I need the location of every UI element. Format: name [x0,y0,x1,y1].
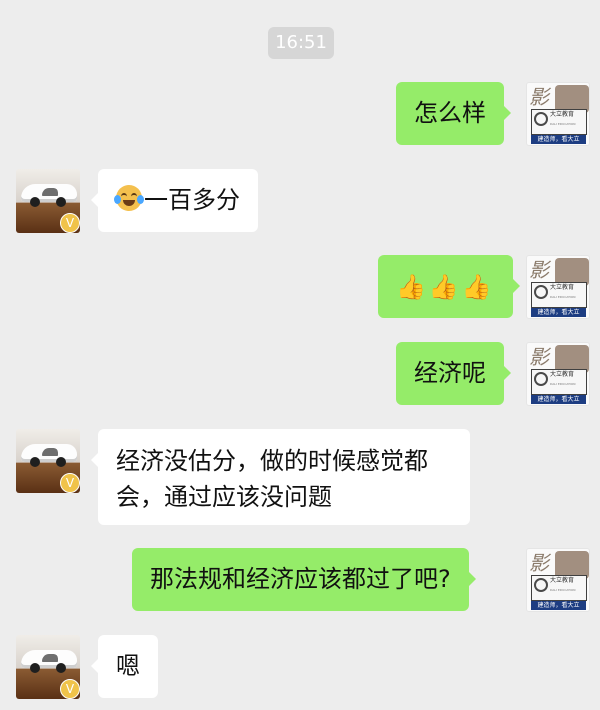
avatar-me[interactable]: 影 大立教育 DALI EDUCATION 建造师，看大立 [526,82,590,146]
message-text: 一百多分 [144,186,240,214]
logo-subtitle: DALI EDUCATION [550,588,576,592]
car-wheel-rear [56,663,66,673]
logo-card: 大立教育 DALI EDUCATION [531,109,587,135]
laughing-crying-emoji-icon [114,185,144,211]
logo-card: 大立教育 DALI EDUCATION [531,282,587,308]
message-line: 经济没估分，做的时候感觉都 [116,447,428,475]
message-bubble-received[interactable]: 经济没估分，做的时候感觉都 会，通过应该没问题 [91,429,470,525]
logo-slogan: 建造师，看大立 [531,601,586,610]
logo-name: 大立教育 [550,111,575,118]
logo-card: 大立教育 DALI EDUCATION [531,369,587,395]
message-bubble-sent[interactable]: 经济呢 [396,342,511,405]
logo-slogan: 建造师，看大立 [531,395,586,404]
car-wheel-rear [56,457,66,467]
logo-circle-icon [534,578,548,592]
logo-circle-icon [534,285,548,299]
message-line: 会，通过应该没问题 [116,483,332,511]
logo-name: 大立教育 [550,577,575,584]
avatar-other[interactable]: V [16,635,80,699]
message-bubble-received[interactable]: 一百多分 [91,169,258,232]
avatar-other[interactable]: V [16,169,80,233]
message-text: 怎么样 [414,99,486,127]
thumbs-up-icon: 👍 [396,273,426,301]
time-stamp: 16:51 [268,27,334,59]
thumbs-up-icon: 👍 [428,273,459,301]
message-text: 嗯 [116,652,140,680]
avatar-other[interactable]: V [16,429,80,493]
logo-slogan: 建造师，看大立 [531,135,586,144]
car-window [42,654,58,662]
message-text: 经济呢 [414,359,486,387]
logo-subtitle: DALI EDUCATION [550,295,576,299]
logo-subtitle: DALI EDUCATION [550,122,576,126]
logo-mark: 影 [529,345,549,369]
car-window [42,188,58,196]
avatar-me[interactable]: 影 大立教育 DALI EDUCATION 建造师，看大立 [526,548,590,612]
logo-name: 大立教育 [550,371,575,378]
logo-slogan: 建造师，看大立 [531,308,586,317]
car-wheel-front [30,197,40,207]
message-bubble-sent[interactable]: 怎么样 [396,82,511,145]
logo-subtitle: DALI EDUCATION [550,382,576,386]
logo-circle-icon [534,112,548,126]
car-wheel-rear [56,197,66,207]
verified-badge-icon: V [60,213,80,233]
logo-mark: 影 [529,85,549,109]
message-bubble-sent[interactable]: 👍 👍 👍 [378,255,520,318]
logo-card: 大立教育 DALI EDUCATION [531,575,587,601]
logo-mark: 影 [529,258,549,282]
verified-badge-icon: V [60,473,80,493]
car-wheel-front [30,457,40,467]
message-bubble-sent[interactable]: 那法规和经济应该都过了吧? [132,548,476,611]
car-wheel-front [30,663,40,673]
message-text: 那法规和经济应该都过了吧? [150,565,451,593]
message-bubble-received[interactable]: 嗯 [91,635,158,698]
avatar-me[interactable]: 影 大立教育 DALI EDUCATION 建造师，看大立 [526,342,590,406]
logo-mark: 影 [529,551,549,575]
logo-circle-icon [534,372,548,386]
thumbs-up-icon: 👍 [461,273,492,301]
logo-name: 大立教育 [550,284,575,291]
car-window [42,448,58,456]
avatar-me[interactable]: 影 大立教育 DALI EDUCATION 建造师，看大立 [526,255,590,319]
verified-badge-icon: V [60,679,80,699]
